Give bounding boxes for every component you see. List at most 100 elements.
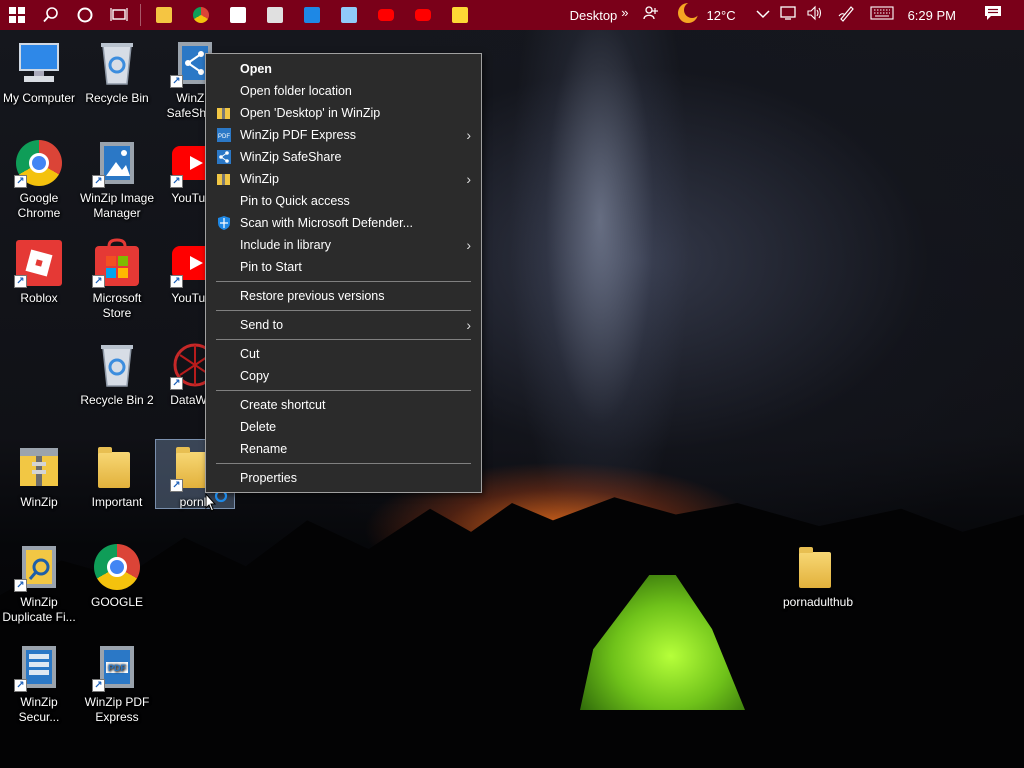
menu-item-open-desktop-in-winzip[interactable]: Open 'Desktop' in WinZip	[206, 102, 481, 124]
menu-item-label: Copy	[240, 369, 270, 383]
menu-item-rename[interactable]: Rename	[206, 438, 481, 460]
menu-item-delete[interactable]: Delete	[206, 416, 481, 438]
menu-item-open-folder-location[interactable]: Open folder location	[206, 80, 481, 102]
pen-workspace-icon[interactable]	[838, 4, 856, 27]
task-view-icon	[110, 8, 128, 21]
shortcut-arrow-icon: ↗	[92, 175, 105, 188]
youtube-2-icon	[414, 9, 431, 21]
desktop-icon[interactable]: pornadulthub	[779, 542, 857, 610]
menu-item-label: Pin to Quick access	[240, 194, 350, 208]
notifications-icon[interactable]	[984, 5, 1002, 26]
keyboard-icon[interactable]	[870, 5, 894, 25]
start-button[interactable]	[0, 0, 34, 30]
task-view-button[interactable]	[102, 0, 136, 30]
menu-item-label: WinZip	[240, 172, 279, 186]
taskbar-app-image-manager[interactable]	[330, 0, 367, 30]
chrome-icon	[192, 7, 209, 23]
taskbar-app-monitor[interactable]	[293, 0, 330, 30]
desktop-icon[interactable]: ↗ Microsoft Store	[78, 238, 156, 321]
defender-shield-icon	[216, 215, 232, 231]
youtube-1-icon	[377, 9, 394, 21]
menu-item-scan-with-defender[interactable]: Scan with Microsoft Defender...	[206, 212, 481, 234]
desktop-icon-label: WinZip	[20, 495, 58, 509]
desktop-icon[interactable]: ↗ Google Chrome	[0, 138, 78, 221]
clock-time[interactable]: 6:29 PM	[908, 8, 956, 23]
windows-logo-icon	[9, 7, 25, 23]
temperature-readout[interactable]: 12°C	[707, 8, 736, 23]
menu-item-winzip[interactable]: WinZip ›	[206, 168, 481, 190]
search-button[interactable]	[34, 0, 68, 30]
menu-separator	[216, 463, 471, 464]
menu-item-label: Rename	[240, 442, 288, 456]
menu-item-create-shortcut[interactable]: Create shortcut	[206, 394, 481, 416]
desktop-toolbar-label[interactable]: Desktop	[570, 8, 618, 23]
menu-item-restore-previous-versions[interactable]: Restore previous versions	[206, 285, 481, 307]
network-icon[interactable]	[779, 5, 798, 26]
taskbar-app-store[interactable]	[219, 0, 256, 30]
cortana-ring-icon	[77, 7, 93, 23]
roblox-icon	[266, 7, 283, 23]
taskbar-app-chrome[interactable]	[182, 0, 219, 30]
volume-icon[interactable]	[806, 5, 824, 26]
shortcut-arrow-icon: ↗	[170, 175, 183, 188]
desktop-icon-label: WinZip Duplicate Fi...	[2, 595, 76, 624]
sticky-notes-icon	[451, 7, 468, 23]
menu-item-include-in-library[interactable]: Include in library ›	[206, 234, 481, 256]
mouse-cursor-icon	[205, 493, 228, 512]
desktop-icon[interactable]: Recycle Bin 2	[78, 340, 156, 408]
submenu-chevron-right-icon: ›	[466, 127, 471, 143]
shortcut-arrow-icon: ↗	[14, 579, 27, 592]
system-tray: Desktop » 12°C 6:29 PM	[570, 0, 1024, 30]
menu-item-copy[interactable]: Copy	[206, 365, 481, 387]
moon-weather-icon[interactable]	[677, 1, 700, 29]
menu-item-label: Send to	[240, 318, 284, 332]
taskbar-app-youtube-1[interactable]	[367, 0, 404, 30]
taskbar-app-youtube-2[interactable]	[404, 0, 441, 30]
roblox-icon: ↗	[14, 238, 64, 288]
desktop-icon[interactable]: ↗ WinZip Secur...	[0, 642, 78, 725]
desktop-icon[interactable]: My Computer	[0, 38, 78, 106]
menu-item-cut[interactable]: Cut	[206, 343, 481, 365]
desktop-icon[interactable]: ↗ Roblox	[0, 238, 78, 306]
menu-item-winzip-pdf-express[interactable]: PDF WinZip PDF Express ›	[206, 124, 481, 146]
desktop-icon[interactable]: WinZip	[0, 442, 78, 510]
desktop-icon-label: Google Chrome	[17, 191, 61, 220]
menu-item-send-to[interactable]: Send to ›	[206, 314, 481, 336]
desktop-icon-label: Recycle Bin 2	[80, 393, 154, 407]
menu-item-label: Include in library	[240, 238, 332, 252]
menu-item-label: WinZip SafeShare	[240, 150, 342, 164]
taskbar-app-roblox[interactable]	[256, 0, 293, 30]
menu-item-label: Pin to Start	[240, 260, 302, 274]
safeshare-icon	[216, 149, 232, 165]
menu-item-open[interactable]: Open	[206, 58, 481, 80]
menu-item-pin-to-start[interactable]: Pin to Start	[206, 256, 481, 278]
toolbar-chevron-icon[interactable]: »	[621, 5, 628, 20]
shortcut-arrow-icon: ↗	[92, 275, 105, 288]
desktop-icon[interactable]: ↗ WinZip Image Manager	[78, 138, 156, 221]
chevron-up-icon[interactable]	[756, 6, 770, 24]
desktop-icon[interactable]: Recycle Bin	[78, 38, 156, 106]
taskbar-app-file-explorer[interactable]	[145, 0, 182, 30]
submenu-chevron-right-icon: ›	[466, 317, 471, 333]
desktop-icon[interactable]: PDF ↗ WinZip PDF Express	[78, 642, 156, 725]
taskbar-app-sticky-notes[interactable]	[441, 0, 478, 30]
desktop-icon-label: pornadulthub	[782, 595, 854, 609]
winzip-icon	[216, 171, 232, 187]
pdf-icon: PDF ↗	[92, 642, 142, 692]
shortcut-arrow-icon: ↗	[92, 679, 105, 692]
people-icon[interactable]	[642, 5, 659, 26]
winzip-pdf-icon: PDF	[216, 127, 232, 143]
desktop-icon-label: WinZip Secur...	[18, 695, 60, 724]
menu-item-pin-to-quick-access[interactable]: Pin to Quick access	[206, 190, 481, 212]
desktop-icon[interactable]: ↗ WinZip Duplicate Fi...	[0, 542, 78, 625]
menu-item-winzip-safeshare[interactable]: WinZip SafeShare	[206, 146, 481, 168]
file-explorer-icon	[155, 7, 172, 23]
cortana-button[interactable]	[68, 0, 102, 30]
folder-icon	[793, 542, 843, 592]
winzip-icon	[14, 442, 64, 492]
menu-item-label: Create shortcut	[240, 398, 326, 412]
menu-item-properties[interactable]: Properties	[206, 467, 481, 489]
desktop-icon[interactable]: Important	[78, 442, 156, 510]
shortcut-arrow-icon: ↗	[14, 679, 27, 692]
desktop-icon[interactable]: GOOGLE	[78, 542, 156, 610]
